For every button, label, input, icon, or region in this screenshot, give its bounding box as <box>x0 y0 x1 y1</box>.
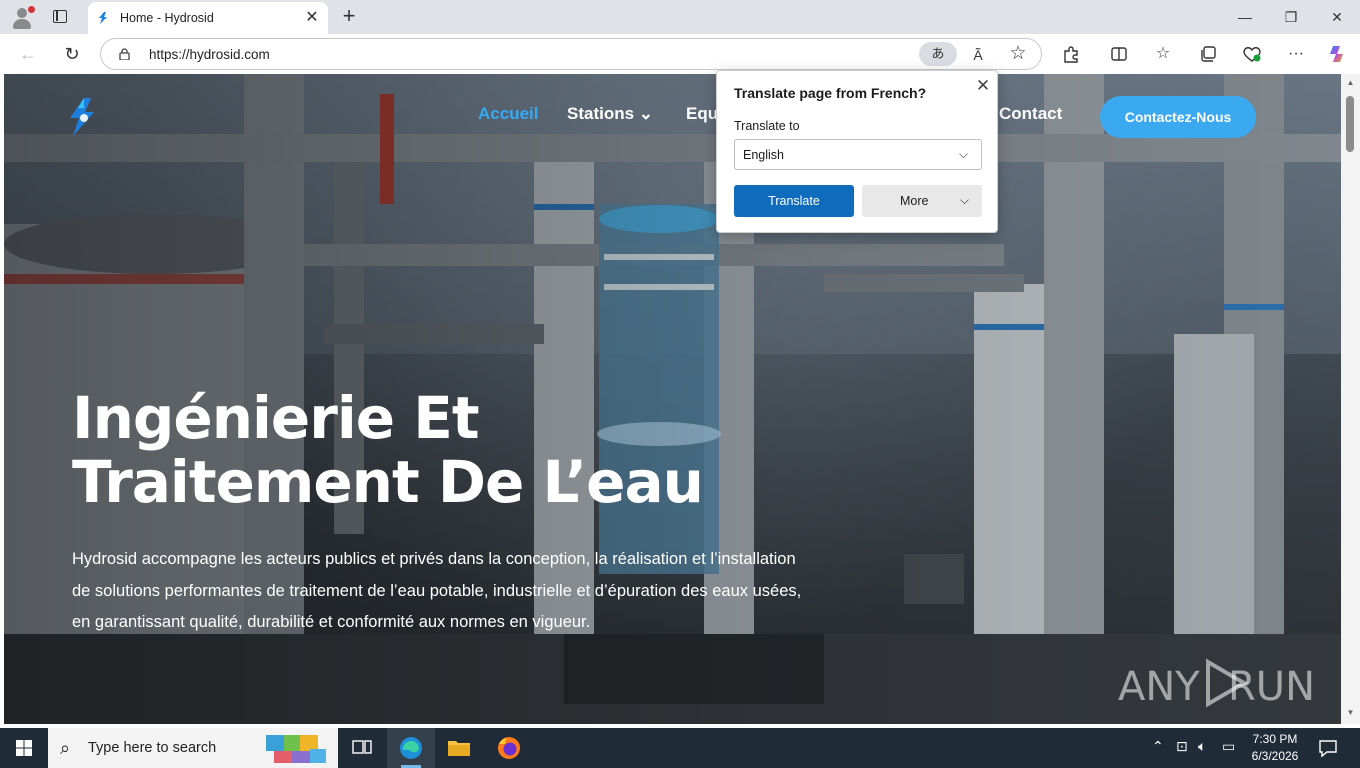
page-scrollbar[interactable]: ▲ ▼ <box>1341 74 1360 724</box>
clock-date: 6/3/2026 <box>1251 749 1299 763</box>
close-window-button[interactable]: ✕ <box>1314 0 1360 34</box>
translate-close-icon[interactable]: ✕ <box>973 76 993 96</box>
nav-accueil[interactable]: Accueil <box>478 104 538 124</box>
more-button-label: More <box>900 194 929 208</box>
hero-title-line2: Traitement De L’eau <box>72 448 704 516</box>
tab-title: Home - Hydrosid <box>120 11 214 25</box>
tab-strip: Home - Hydrosid ✕ + — ❐ ✕ <box>0 0 1360 34</box>
tray-chevron-up-icon[interactable]: ⌃ <box>1152 738 1164 755</box>
task-view-icon[interactable] <box>338 728 386 768</box>
taskbar-search-box[interactable]: ⌕ Type here to search <box>48 728 338 768</box>
favorite-star-icon[interactable]: ☆ <box>1007 42 1029 66</box>
extensions-icon[interactable] <box>1059 42 1083 66</box>
hero-description: Hydrosid accompagne les acteurs publics … <box>72 550 802 631</box>
favorites-icon[interactable]: ☆ <box>1151 42 1175 66</box>
scroll-down-arrow-icon[interactable]: ▼ <box>1345 708 1356 717</box>
windows-logo-icon <box>16 740 32 756</box>
chevron-down-icon: ⌵ <box>959 147 969 161</box>
minimize-button[interactable]: — <box>1222 0 1268 34</box>
translate-to-label: Translate to <box>734 119 800 133</box>
clock-time: 7:30 PM <box>1252 732 1298 746</box>
scrollbar-thumb[interactable] <box>1346 96 1354 152</box>
settings-more-icon[interactable]: ··· <box>1284 42 1308 66</box>
hydrosid-logo-icon[interactable] <box>64 96 100 138</box>
edge-taskbar-icon[interactable] <box>387 728 435 768</box>
translate-popup: Translate page from French? ✕ Translate … <box>716 70 998 233</box>
split-screen-icon[interactable] <box>1107 42 1131 66</box>
nav-equipements[interactable]: Equ <box>686 104 718 124</box>
translate-button[interactable]: Translate <box>734 185 854 217</box>
hero-title-line1: Ingénierie Et <box>72 384 480 452</box>
selected-language: English <box>743 148 784 162</box>
more-button[interactable]: More ⌵ <box>862 185 982 217</box>
firefox-icon[interactable] <box>485 728 533 768</box>
watermark-any: ANY <box>1118 664 1200 710</box>
volume-icon[interactable]: 🔈︎ <box>1198 738 1206 755</box>
tab-home-hydrosid[interactable]: Home - Hydrosid ✕ <box>88 2 328 34</box>
refresh-icon[interactable]: ↻ <box>60 42 84 66</box>
search-highlight-puzzle-icon <box>266 735 326 763</box>
page-viewport: Accueil Stations ⌄ Equ Contact Contactez… <box>4 74 1341 724</box>
url-text[interactable]: https://hydrosid.com <box>149 47 270 62</box>
nav-stations[interactable]: Stations ⌄ <box>567 104 653 124</box>
collections-icon[interactable] <box>1196 42 1220 66</box>
hero-title: Ingénierie Et Traitement De L’eau <box>72 386 792 514</box>
copilot-icon[interactable] <box>1326 42 1350 66</box>
search-icon: ⌕ <box>60 738 71 758</box>
nav-contact[interactable]: Contact <box>999 104 1062 124</box>
translate-popup-title: Translate page from French? <box>734 85 927 101</box>
profile-avatar-icon[interactable] <box>10 6 35 30</box>
watermark-run: RUN <box>1228 664 1315 710</box>
anyrun-watermark: ANY RUN <box>1116 652 1316 712</box>
new-tab-button[interactable]: + <box>338 4 360 28</box>
language-select[interactable]: English ⌵ <box>734 139 982 170</box>
address-bar[interactable]: https://hydrosid.com あ Ã ☆ <box>100 38 1042 70</box>
hydrosid-favicon-icon <box>99 12 107 24</box>
display-icon[interactable]: ▭ <box>1222 738 1235 755</box>
tab-actions-icon[interactable] <box>46 6 74 28</box>
scroll-up-arrow-icon[interactable]: ▲ <box>1345 78 1356 87</box>
notifications-icon[interactable] <box>1316 736 1340 760</box>
chevron-down-icon: ⌵ <box>960 193 970 207</box>
start-button[interactable] <box>0 728 48 768</box>
browser-essentials-icon[interactable] <box>1240 42 1264 66</box>
lock-icon[interactable] <box>119 48 130 60</box>
back-arrow-icon[interactable]: ← <box>16 42 40 66</box>
taskbar-clock[interactable]: 7:30 PM 6/3/2026 <box>1246 731 1304 765</box>
tab-close-icon[interactable]: ✕ <box>302 8 322 28</box>
restore-button[interactable]: ❐ <box>1268 0 1314 34</box>
read-aloud-icon[interactable]: Ã <box>967 44 989 66</box>
search-placeholder: Type here to search <box>88 740 217 756</box>
file-explorer-icon[interactable] <box>435 728 483 768</box>
browser-toolbar: ← ↻ https://hydrosid.com あ Ã ☆ ☆ ··· <box>0 34 1360 74</box>
windows-taskbar: ⌕ Type here to search ⌃ ⊡ 🔈︎ ▭ 7:30 PM 6… <box>0 728 1360 768</box>
contactez-nous-button[interactable]: Contactez-Nous <box>1100 96 1256 138</box>
translate-icon[interactable]: あ <box>919 42 957 66</box>
network-icon[interactable]: ⊡ <box>1176 738 1188 755</box>
